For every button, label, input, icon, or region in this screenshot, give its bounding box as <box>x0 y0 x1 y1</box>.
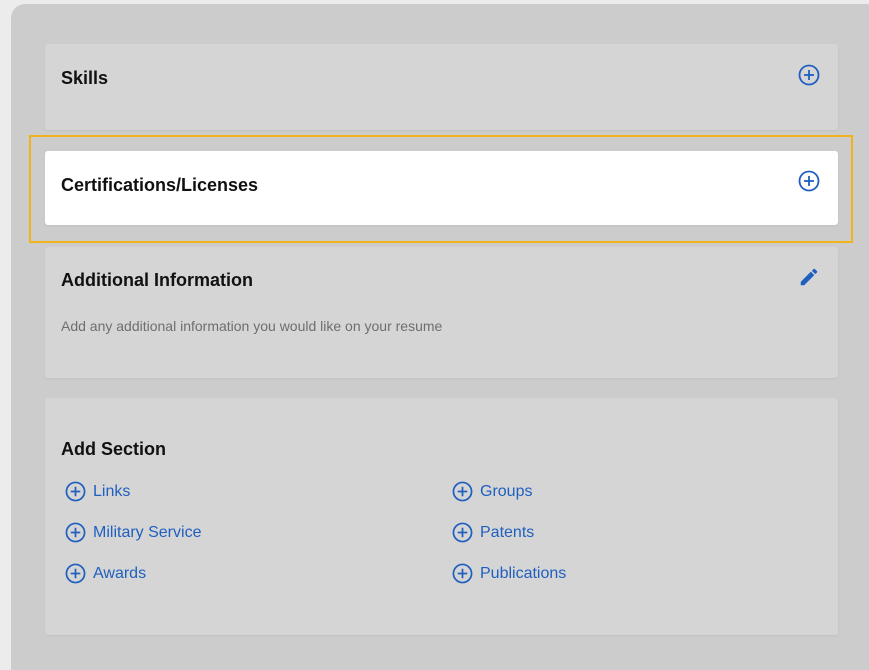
plus-circle-icon <box>65 522 86 543</box>
add-patents-link[interactable]: Patents <box>452 522 534 543</box>
add-awards-label: Awards <box>93 564 147 582</box>
plus-circle-icon <box>65 563 86 584</box>
add-awards-link[interactable]: Awards <box>65 563 146 584</box>
additional-information-title: Additional Information <box>61 270 253 290</box>
skills-card: Skills <box>45 44 838 130</box>
add-military-service-label: Military Service <box>93 523 202 541</box>
certifications-card: Certifications/Licenses <box>45 151 838 225</box>
plus-circle-icon <box>452 481 473 502</box>
edit-pencil-icon[interactable] <box>798 266 820 288</box>
add-patents-label: Patents <box>480 523 535 541</box>
additional-information-card: Additional Information Add any additiona… <box>45 247 838 378</box>
add-military-service-link[interactable]: Military Service <box>65 522 201 543</box>
add-links-link[interactable]: Links <box>65 481 130 502</box>
add-groups-link[interactable]: Groups <box>452 481 532 502</box>
add-publications-label: Publications <box>480 564 567 582</box>
plus-circle-icon <box>65 481 86 502</box>
additional-information-description: Add any additional information you would… <box>61 318 443 334</box>
add-skill-plus-icon[interactable] <box>798 64 820 86</box>
add-certification-plus-icon[interactable] <box>798 170 820 192</box>
certifications-title: Certifications/Licenses <box>61 175 259 195</box>
add-groups-label: Groups <box>480 482 533 500</box>
add-section-card: Add Section Links Groups Military Servic… <box>45 398 838 635</box>
add-publications-link[interactable]: Publications <box>452 563 566 584</box>
add-section-title: Add Section <box>61 439 167 459</box>
plus-circle-icon <box>452 563 473 584</box>
plus-circle-icon <box>452 522 473 543</box>
skills-title: Skills <box>61 68 109 88</box>
add-links-label: Links <box>93 482 131 500</box>
